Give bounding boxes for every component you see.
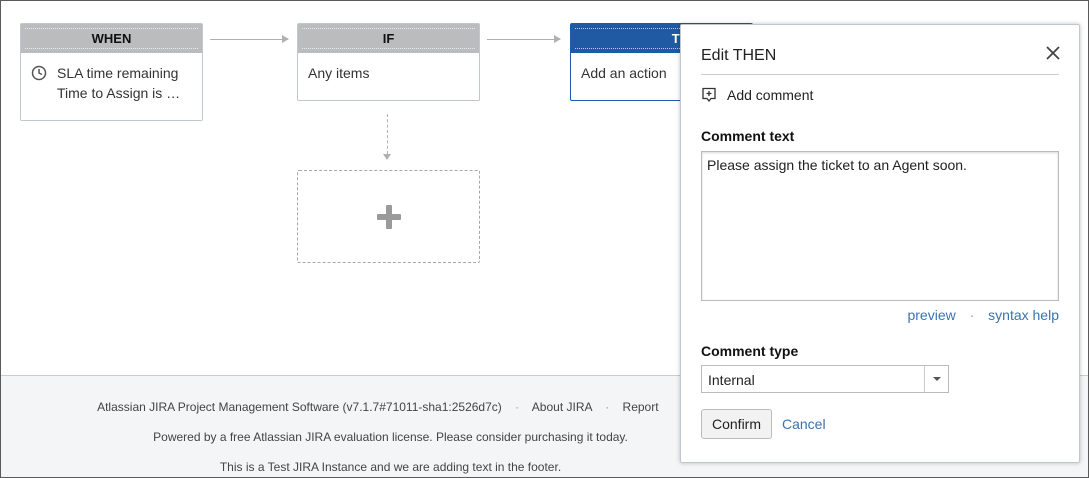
arrow-when-to-if (210, 35, 289, 43)
comment-icon (701, 87, 717, 103)
comment-text-label: Comment text (701, 128, 795, 144)
comment-text-field[interactable] (701, 151, 1059, 301)
add-component-box[interactable] (297, 170, 480, 263)
when-card[interactable]: WHEN SLA time remaining Time to Assign i… (20, 23, 203, 121)
footer-software-version: Atlassian JIRA Project Management Softwa… (97, 400, 502, 414)
about-jira-link[interactable]: About JIRA (532, 400, 592, 414)
action-type-row: Add comment (701, 87, 813, 103)
if-condition-text: Any items (308, 65, 370, 81)
when-trigger-line1: SLA time remaining (57, 65, 179, 81)
editor-links: preview · syntax help (907, 307, 1059, 323)
comment-type-value: Internal (708, 372, 755, 388)
plus-icon[interactable] (376, 204, 401, 229)
if-card-header: IF (298, 24, 479, 53)
confirm-button[interactable]: Confirm (701, 409, 773, 439)
comment-type-label: Comment type (701, 343, 799, 359)
comment-type-select[interactable]: Internal (701, 365, 949, 393)
arrow-if-to-then (487, 35, 561, 43)
action-type-label: Add comment (727, 87, 814, 103)
cancel-button[interactable]: Cancel (782, 416, 826, 432)
connector-if-to-add (387, 114, 388, 154)
footer-separator: · (515, 400, 520, 414)
edit-then-panel: Edit THEN Add comment Comment text previ… (680, 24, 1080, 463)
syntax-help-link[interactable]: syntax help (988, 307, 1059, 323)
when-card-header: WHEN (21, 24, 202, 53)
preview-link[interactable]: preview (907, 307, 955, 323)
close-icon[interactable] (1043, 43, 1063, 63)
footer-separator: · (605, 400, 610, 414)
chevron-down-icon[interactable] (924, 366, 948, 392)
panel-divider (701, 74, 1059, 75)
connector-arrowhead (383, 154, 391, 160)
when-trigger-line2: Time to Assign is … (57, 85, 181, 101)
if-card[interactable]: IF Any items (297, 23, 480, 101)
panel-title: Edit THEN (701, 47, 777, 64)
report-link[interactable]: Report (623, 400, 659, 414)
workflow-editor: WHEN SLA time remaining Time to Assign i… (0, 0, 1089, 478)
link-separator: · (969, 307, 975, 323)
clock-icon (31, 65, 47, 86)
